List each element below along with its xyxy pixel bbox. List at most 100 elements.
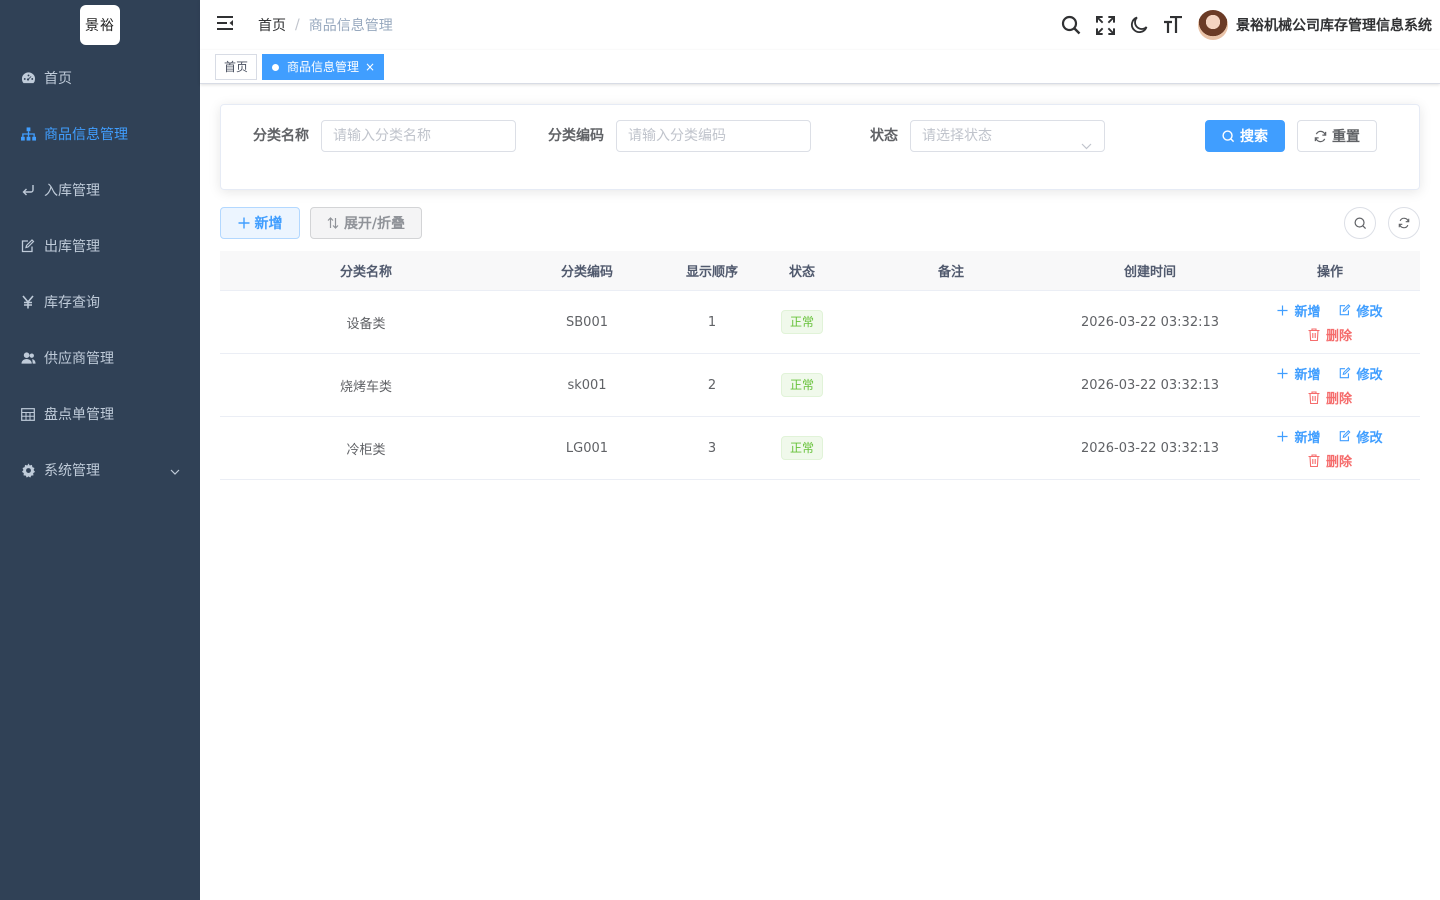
navbar: 首页 / 商品信息管理 景裕机械公司库存管理信息系统 [200, 0, 1440, 50]
avatar[interactable] [1198, 10, 1228, 40]
cell-name: 冷柜类 [346, 442, 386, 458]
sidebar-item-label: 库存查询 [44, 295, 100, 311]
edit-icon [1339, 304, 1350, 316]
sidebar-item-label: 系统管理 [44, 463, 100, 479]
row-delete-button[interactable]: 删除 [1308, 325, 1352, 344]
menu-fold-icon [216, 15, 234, 35]
sidebar-item-inbound[interactable]: 入库管理 [0, 162, 200, 218]
sidebar-item-system[interactable]: 系统管理 [0, 442, 200, 498]
category-code-input[interactable]: 请输入分类编码 [616, 120, 811, 152]
cell-order: 1 [707, 314, 717, 330]
chevron-down-icon [170, 463, 180, 479]
row-delete-button[interactable]: 删除 [1308, 388, 1352, 407]
chevron-down-icon [1081, 131, 1092, 161]
toggle-search-button[interactable] [1344, 207, 1376, 239]
tags-view: 首页 商品信息管理 × [200, 50, 1440, 84]
breadcrumb-home[interactable]: 首页 [258, 15, 286, 35]
column-header: 备注 [937, 265, 964, 280]
row-edit-button[interactable]: 修改 [1339, 301, 1383, 320]
cell-status: 正常 [762, 354, 842, 416]
right-menu: 景裕机械公司库存管理信息系统 [1054, 0, 1432, 50]
row-edit-button[interactable]: 修改 [1339, 364, 1383, 383]
cell-status: 正常 [762, 417, 842, 479]
sidebar-item-label: 供应商管理 [44, 351, 114, 367]
category-name-label: 分类名称 [253, 128, 309, 144]
row-edit-button[interactable]: 修改 [1339, 427, 1383, 446]
font-size-icon[interactable] [1156, 0, 1190, 50]
plus-icon [1277, 367, 1289, 379]
sidebar-item-inventory[interactable]: 库存查询 [0, 274, 200, 330]
header-search-icon[interactable] [1054, 0, 1088, 50]
expand-collapse-button[interactable]: 展开/折叠 [310, 207, 422, 239]
search-icon [1222, 129, 1235, 142]
tag-home[interactable]: 首页 [215, 54, 258, 80]
row-add-button[interactable]: 新增 [1277, 301, 1321, 320]
status-select-placeholder: 请选择状态 [922, 128, 992, 144]
row-add-label: 新增 [1294, 367, 1321, 383]
status-badge: 正常 [780, 310, 823, 334]
enter-icon [20, 182, 36, 198]
trash-icon [1308, 390, 1320, 404]
sidebar-item-label: 入库管理 [44, 183, 100, 199]
cell-code: LG001 [565, 440, 609, 456]
app-title[interactable]: 景裕机械公司库存管理信息系统 [1236, 15, 1432, 35]
reset-button-label: 重置 [1332, 129, 1360, 145]
sidebar: 景裕 首页 商品信息管理 入库管理 出库管理 库存查询 供应商管理 盘点单管理 … [0, 0, 200, 900]
row-delete-button[interactable]: 删除 [1308, 451, 1352, 470]
row-add-button[interactable]: 新增 [1277, 364, 1321, 383]
row-add-label: 新增 [1294, 430, 1321, 446]
sidebar-item-product-info[interactable]: 商品信息管理 [0, 106, 200, 162]
add-button[interactable]: 新增 [220, 207, 300, 239]
category-name-input[interactable]: 请输入分类名称 [321, 120, 516, 152]
table-row: 设备类 SB001 1 正常 2026-03-22 03:32:13 新增 修改… [220, 291, 1420, 354]
breadcrumb-separator: / [295, 17, 300, 33]
edit-icon [1339, 430, 1350, 442]
tag-close-icon[interactable]: × [365, 60, 375, 74]
sidebar-item-label: 商品信息管理 [44, 127, 128, 143]
cell-name: 烧烤车类 [339, 379, 392, 395]
row-add-button[interactable]: 新增 [1277, 427, 1321, 446]
gear-icon [20, 462, 36, 478]
toolbar: 新增 展开/折叠 [220, 207, 1420, 253]
table-header: 分类名称 分类编码 显示顺序 状态 备注 创建时间 操作 [220, 251, 1420, 291]
status-label: 状态 [870, 128, 898, 144]
edit-doc-icon [20, 238, 36, 254]
edit-icon [1339, 367, 1350, 379]
sidebar-item-stocktake[interactable]: 盘点单管理 [0, 386, 200, 442]
status-select[interactable]: 请选择状态 [910, 120, 1105, 152]
people-icon [20, 350, 36, 366]
cell-order: 3 [707, 440, 717, 456]
plus-icon [1277, 430, 1289, 442]
refresh-table-button[interactable] [1388, 207, 1420, 239]
sidebar-item-supplier[interactable]: 供应商管理 [0, 330, 200, 386]
main-content: 分类名称 请输入分类名称 分类编码 请输入分类编码 状态 请选择状态 搜索 重置… [200, 84, 1440, 900]
plus-icon [1277, 304, 1289, 316]
reset-button[interactable]: 重置 [1297, 120, 1377, 152]
sidebar-item-outbound[interactable]: 出库管理 [0, 218, 200, 274]
search-button[interactable]: 搜索 [1205, 120, 1285, 152]
column-header: 创建时间 [1123, 265, 1176, 280]
trash-icon [1308, 453, 1320, 467]
trash-icon [1308, 327, 1320, 341]
table-row: 烧烤车类 sk001 2 正常 2026-03-22 03:32:13 新增 修… [220, 354, 1420, 417]
status-badge: 正常 [780, 373, 823, 397]
cell-code: SB001 [566, 314, 608, 330]
column-header: 分类编码 [560, 265, 613, 280]
plus-icon [238, 217, 249, 229]
breadcrumb: 首页 / 商品信息管理 [258, 15, 393, 35]
category-table: 分类名称 分类编码 显示顺序 状态 备注 创建时间 操作 设备类 SB001 1… [220, 251, 1420, 480]
cell-name: 设备类 [346, 316, 386, 332]
hamburger-toggle[interactable] [200, 0, 250, 50]
table-icon [20, 406, 36, 422]
search-icon [1354, 217, 1366, 229]
sidebar-item-label: 盘点单管理 [44, 407, 114, 423]
dark-mode-icon[interactable] [1122, 0, 1156, 50]
sidebar-item-home[interactable]: 首页 [0, 50, 200, 106]
cell-ops: 新增 修改 删除 [1240, 354, 1420, 416]
expand-collapse-label: 展开/折叠 [343, 216, 406, 232]
tag-product-info[interactable]: 商品信息管理 × [262, 54, 385, 80]
cell-created: 2026-03-22 03:32:13 [1080, 440, 1220, 456]
logo[interactable]: 景裕 [80, 5, 120, 45]
fullscreen-icon[interactable] [1088, 0, 1122, 50]
cell-ops: 新增 修改 删除 [1240, 291, 1420, 353]
